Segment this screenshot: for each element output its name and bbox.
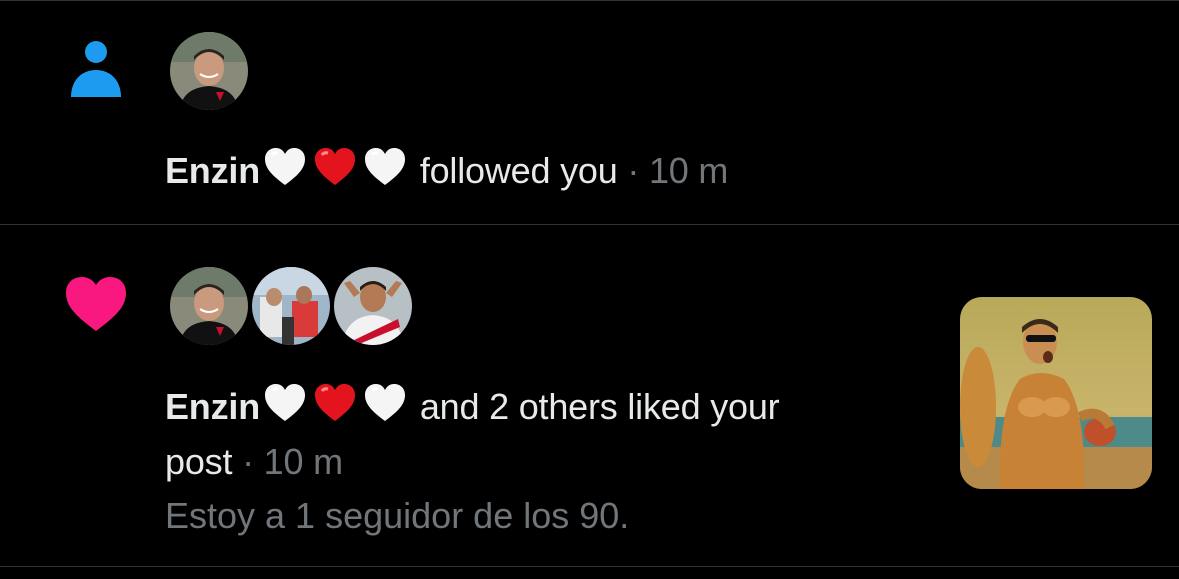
timestamp: 10 m <box>263 441 343 482</box>
action-text: followed you <box>419 150 618 191</box>
follow-notification[interactable]: Enzin followed you · 10 m <box>0 0 1179 224</box>
white-heart-icon <box>363 147 407 200</box>
avatar-user-2[interactable] <box>250 265 332 347</box>
white-heart-icon <box>363 383 407 436</box>
avatar-group <box>168 30 250 112</box>
post-preview[interactable]: Estoy a 1 seguidor de los 90. <box>165 495 629 537</box>
post-thumbnail[interactable] <box>960 297 1152 489</box>
user-name[interactable]: Enzin <box>165 386 260 427</box>
user-name[interactable]: Enzin <box>165 150 260 191</box>
like-text: Enzin and 2 others liked your post · 10 … <box>165 381 780 487</box>
avatar-user-3[interactable] <box>332 265 414 347</box>
action-text-line2: post <box>165 441 233 482</box>
red-heart-icon <box>313 383 357 436</box>
person-icon <box>71 41 121 97</box>
bottom-divider <box>0 566 1179 567</box>
red-heart-icon <box>313 147 357 200</box>
timestamp: 10 m <box>648 150 729 191</box>
action-text-line1: and 2 others liked your <box>419 386 780 427</box>
white-heart-icon <box>263 147 307 200</box>
avatar-enzin[interactable] <box>168 30 250 112</box>
white-heart-icon <box>263 383 307 436</box>
avatar-group <box>168 265 414 347</box>
follow-text: Enzin followed you · 10 m <box>165 145 728 200</box>
heart-icon <box>66 277 126 331</box>
separator-dot: · <box>627 150 640 191</box>
avatar-enzin[interactable] <box>168 265 250 347</box>
separator-dot: · <box>242 441 254 482</box>
